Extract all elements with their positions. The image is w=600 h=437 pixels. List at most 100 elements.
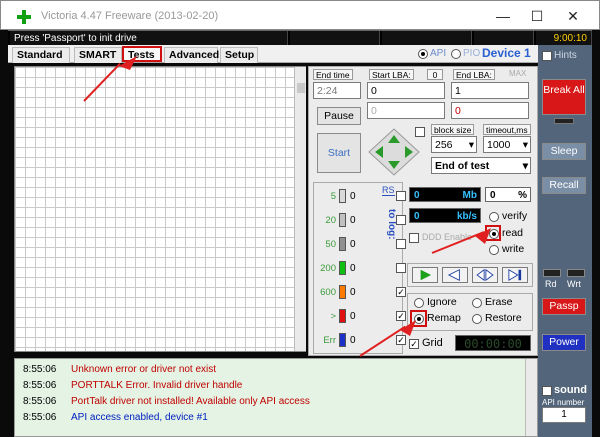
direction-pad-icon[interactable] [367,127,421,177]
stat-count: 0 [350,335,356,346]
grid-label: Grid [422,337,443,349]
pio-radio[interactable] [451,49,461,59]
stat-ms-label: 600 [320,287,336,298]
test-controls: End time 2:24 Start LBA: 0 0 End LBA: MA… [308,66,538,356]
log-message: Unknown error or driver not exist [71,364,217,375]
speed-display: 0 kb/s [409,208,481,223]
write-radio[interactable] [489,245,499,255]
log-time: 8:55:06 [23,412,57,423]
end-of-test-select[interactable]: End of test ▾ [431,157,531,174]
annotation-arrowhead [119,56,137,70]
wrt-led [567,269,585,277]
recall-button[interactable]: Recall [542,177,586,194]
status-cell [382,31,472,46]
stat-log-checkbox[interactable] [396,263,406,273]
tab-advanced[interactable]: Advanced [164,47,219,63]
start-lba-field[interactable]: 0 [367,82,445,99]
verify-label: verify [502,210,528,222]
tab-standard[interactable]: Standard [12,47,70,63]
percent-unit: % [518,190,527,201]
test-timer: 00:00:00 [455,335,531,351]
api-number-label: API number [542,398,585,407]
tab-smart[interactable]: SMART [74,47,122,63]
sleep-button[interactable]: Sleep [542,143,586,160]
pause-button[interactable]: Pause [317,107,361,125]
end-time-label: End time [313,69,353,80]
start-lba-value: 0 [371,85,377,97]
stat-ms-label: 20 [325,215,336,226]
stat-ms-label: > [330,311,336,322]
back-icon[interactable] [442,267,468,283]
api-label: API [430,48,447,59]
stat-color-swatch [339,261,346,275]
passp-button[interactable]: Passp [542,298,586,315]
mb-value: 0 [414,190,420,201]
indicator-led [554,118,574,124]
status-cell [474,31,534,46]
verify-radio[interactable] [489,212,499,222]
error-action-group: Ignore Erase Remap Restore [407,293,533,331]
block-size-select[interactable]: 256 ▾ [431,136,477,153]
mb-unit: Mb [462,190,477,201]
end-lba-field[interactable]: 1 [451,82,529,99]
erase-radio[interactable] [472,298,482,308]
stat-count: 0 [350,239,356,250]
log-message: PortTalk driver not installed! Available… [71,396,310,407]
ignore-radio[interactable] [414,298,424,308]
stat-log-checkbox[interactable] [396,239,406,249]
restore-radio[interactable] [472,314,482,324]
rewind-icon[interactable] [472,267,498,283]
write-label: write [502,243,525,255]
hints-label: Hints [554,50,577,61]
break-all-button[interactable]: Break All [542,79,586,115]
status-bar: Press 'Passport' to init drive 9:00:10 [8,30,592,46]
api-number-field[interactable]: 1 [542,407,586,423]
grid-scrollbar[interactable] [294,67,306,351]
play-icon[interactable] [412,267,438,283]
end-lba-max: MAX [509,69,527,78]
stat-log-checkbox[interactable]: ✓ [396,335,406,345]
stat-color-swatch [339,213,346,227]
tab-setup[interactable]: Setup [220,47,258,63]
ignore-label: Ignore [427,296,457,308]
hints-checkbox[interactable] [542,51,552,61]
stat-count: 0 [350,191,356,202]
mb-display: 0 Mb [409,187,481,202]
grid-checkbox[interactable]: ✓ [409,339,419,349]
log-scrollbar[interactable] [525,359,537,436]
ddd-checkbox[interactable] [409,233,419,243]
scroll-thumb[interactable] [297,83,305,93]
api-radio[interactable] [418,49,428,59]
chevron-down-icon: ▾ [522,160,528,172]
annotation-arrowhead [400,320,416,336]
stat-count: 0 [350,263,356,274]
end-time-field[interactable]: 2:24 [313,82,361,99]
side-panel: Hints Break All Sleep Recall Rd Wrt Pass… [538,45,592,437]
skip-end-icon[interactable] [502,267,528,283]
timeout-label: timeout,ms [483,124,531,135]
lba-error-value: 0 [455,105,461,117]
start-button[interactable]: Start [317,133,361,173]
device-label: Device 1 [482,46,531,60]
timeout-value: 1000 [487,139,511,151]
block-size-label: block size [431,124,475,135]
stat-count: 0 [350,311,356,322]
pad-checkbox[interactable] [415,127,425,137]
stat-ms-label: 5 [330,191,336,202]
stat-log-checkbox[interactable] [396,215,406,225]
stat-log-checkbox[interactable]: ✓ [396,287,406,297]
timeout-select[interactable]: 1000 ▾ [483,136,531,153]
stat-log-checkbox[interactable] [396,191,406,201]
end-time-value: 2:24 [317,85,338,97]
block-size-value: 256 [435,139,453,151]
stat-color-swatch [339,285,346,299]
remap-label: Remap [427,312,461,324]
block-map-grid [14,66,306,352]
close-icon[interactable]: ✕ [553,5,593,27]
start-lba-label: Start LBA: [369,69,414,80]
maximize-icon[interactable]: ☐ [517,5,557,27]
power-button[interactable]: Power [542,334,586,351]
sound-checkbox[interactable] [542,386,552,396]
rs-link[interactable]: RS [382,185,395,196]
rd-led [543,269,561,277]
